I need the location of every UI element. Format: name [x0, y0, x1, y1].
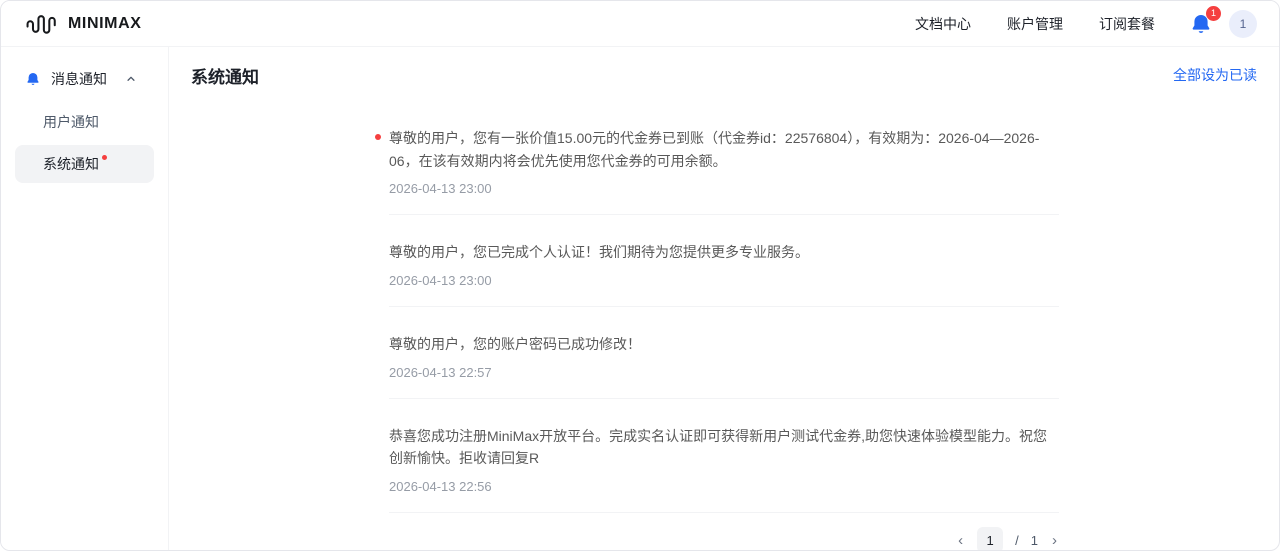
top-nav: 文档中心 账户管理 订阅套餐 1 1: [879, 5, 1257, 38]
pagination: ‹ 1 / 1 ›: [389, 527, 1059, 550]
notification-timestamp: 2026-04-13 23:00: [389, 273, 492, 289]
sidebar-group-notifications[interactable]: 消息通知: [1, 59, 168, 99]
sidebar: 消息通知 用户通知 系统通知: [1, 47, 169, 550]
notification-timestamp: 2026-04-13 22:56: [389, 479, 492, 495]
brand-name: MINIMAX: [68, 14, 142, 32]
notification-text: 尊敬的用户，您有一张价值15.00元的代金券已到账（代金券id：22576804…: [389, 130, 1040, 169]
unread-dot: [102, 155, 107, 160]
bell-unread-badge: 1: [1206, 5, 1221, 21]
notification-text: 尊敬的用户，您已完成个人认证！我们期待为您提供更多专业服务。: [389, 244, 809, 261]
nav-docs-center[interactable]: 文档中心: [915, 14, 971, 34]
notification-text: 恭喜您成功注册MiniMax开放平台。完成实名认证即可获得新用户测试代金券,助您…: [389, 427, 1048, 467]
notification-bell-button[interactable]: 1: [1189, 5, 1221, 36]
notification-item: 尊敬的用户，您的账户密码已成功修改！ 2026-04-13 22:57: [389, 307, 1059, 399]
app-window: MINIMAX 文档中心 账户管理 订阅套餐 1 1 消息通知 用户通知 系统通…: [0, 0, 1280, 551]
mark-all-read-button[interactable]: 全部设为已读: [1173, 65, 1257, 85]
page-body: 消息通知 用户通知 系统通知 系统通知 全部设为已读 尊敬的用户，您有一张价值1…: [1, 47, 1279, 550]
notification-item: 恭喜您成功注册MiniMax开放平台。完成实名认证即可获得新用户测试代金券,助您…: [389, 399, 1059, 514]
nav-subscription-plans[interactable]: 订阅套餐: [1099, 14, 1155, 34]
pagination-total-pages: 1: [1030, 532, 1038, 548]
user-avatar[interactable]: 1: [1229, 9, 1257, 38]
sidebar-item-user-notifications[interactable]: 用户通知: [15, 103, 154, 141]
bell-icon: [25, 71, 41, 87]
nav-account-management[interactable]: 账户管理: [1007, 14, 1063, 34]
main-content: 系统通知 全部设为已读 尊敬的用户，您有一张价值15.00元的代金券已到账（代金…: [169, 47, 1279, 550]
notification-item: 尊敬的用户，您已完成个人认证！我们期待为您提供更多专业服务。 2026-04-1…: [389, 215, 1059, 308]
waveform-logo-icon: [25, 11, 59, 37]
sidebar-group-label: 消息通知: [51, 71, 107, 87]
pagination-next-button[interactable]: ›: [1050, 533, 1059, 548]
sidebar-item-system-notifications[interactable]: 系统通知: [15, 145, 154, 183]
notification-list: 尊敬的用户，您有一张价值15.00元的代金券已到账（代金券id：22576804…: [375, 101, 1059, 514]
brand-logo[interactable]: MINIMAX: [25, 11, 142, 37]
page-title: 系统通知: [191, 67, 259, 87]
notification-item: 尊敬的用户，您有一张价值15.00元的代金券已到账（代金券id：22576804…: [375, 101, 1059, 216]
notification-text: 尊敬的用户，您的账户密码已成功修改！: [389, 336, 641, 353]
content-header: 系统通知 全部设为已读: [191, 63, 1257, 87]
notification-timestamp: 2026-04-13 22:57: [389, 364, 492, 380]
notification-timestamp: 2026-04-13 23:00: [389, 181, 492, 197]
unread-dot: [375, 134, 381, 140]
pagination-current-page[interactable]: 1: [977, 527, 1004, 550]
top-header: MINIMAX 文档中心 账户管理 订阅套餐 1 1: [1, 1, 1279, 47]
pagination-separator: /: [1015, 532, 1019, 548]
sidebar-item-label: 用户通知: [43, 114, 99, 130]
pagination-prev-button[interactable]: ‹: [956, 533, 965, 548]
chevron-up-icon: [126, 74, 136, 84]
sidebar-item-label: 系统通知: [43, 156, 99, 172]
